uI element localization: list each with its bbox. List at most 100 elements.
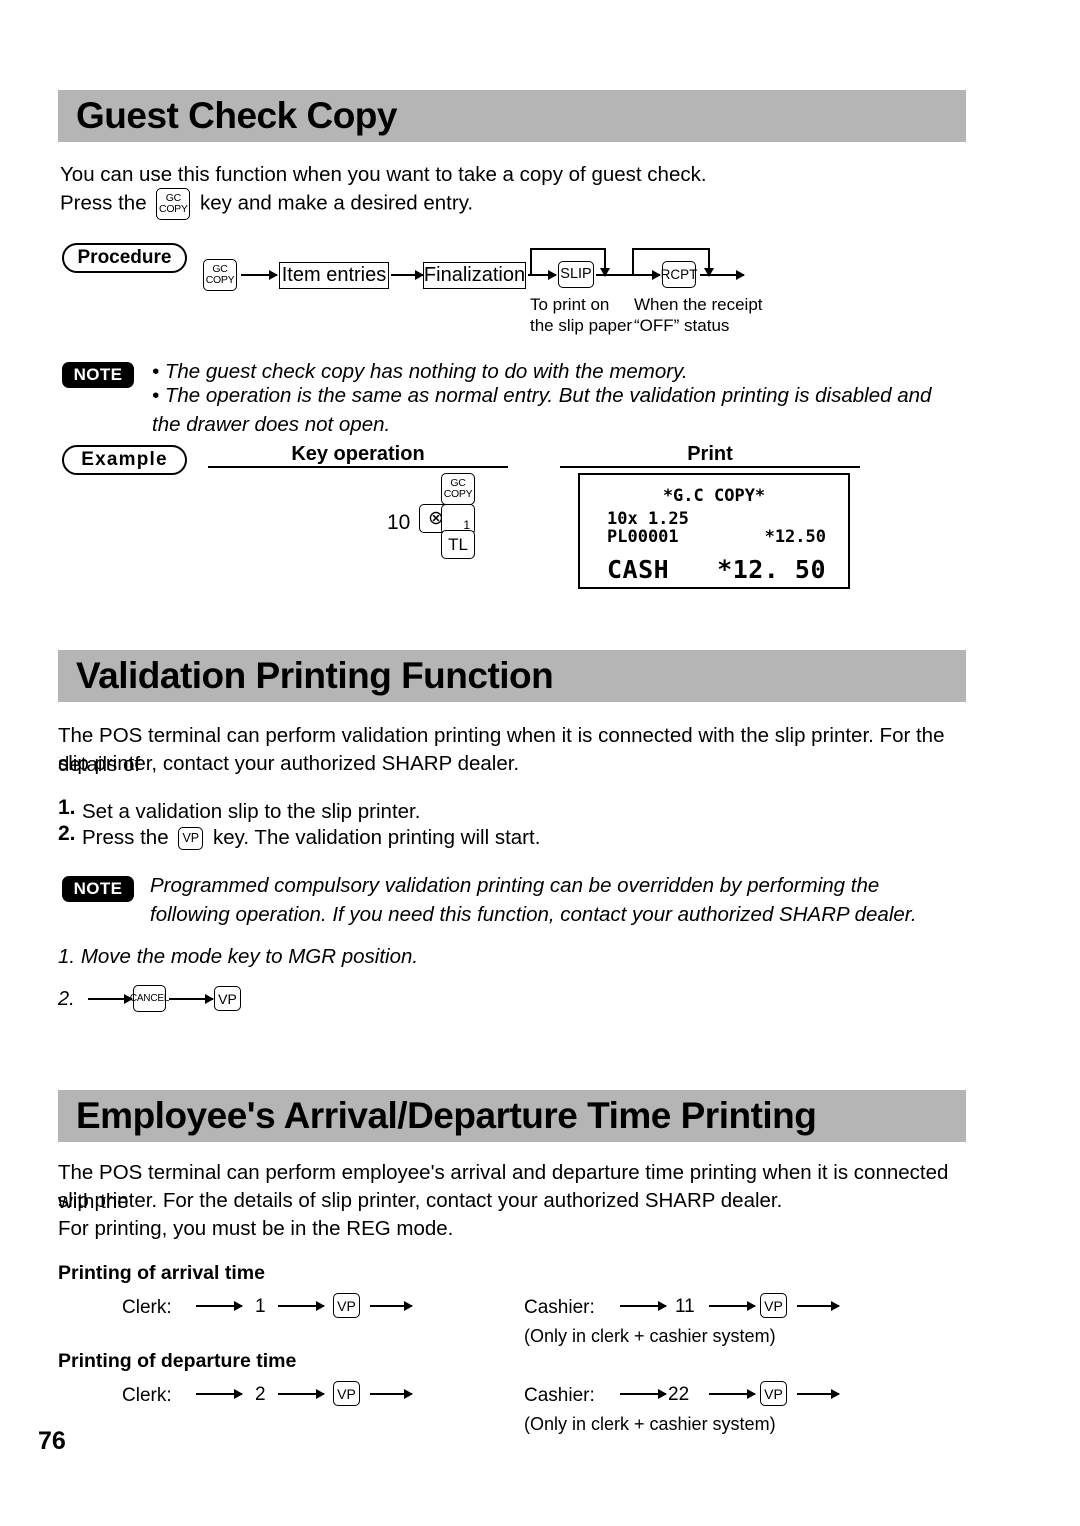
cancel-key-icon: CANCEL [129,985,170,1012]
slip-bypass-top [530,248,606,250]
departure-cashier-arrow-1 [620,1389,667,1399]
validation-step-2-number: 2. [58,822,76,845]
departure-clerk-code: 2 [255,1384,266,1405]
override-step-2-number: 2. [58,988,75,1010]
note-badge-1-label: NOTE [73,365,123,384]
section-title-2: Validation Printing Function [76,655,554,696]
section-title: Guest Check Copy [76,95,397,136]
override-step-1-number: 1. [58,945,76,968]
receipt-total-amount: *12. 50 [717,555,826,584]
arrival-heading: Printing of arrival time [58,1262,265,1284]
intro-line-1: You can use this function when you want … [60,163,707,186]
note-1-bullet-1-marker: • [152,360,165,383]
gc-copy-key-icon: GC COPY [156,188,191,220]
departure-clerk-arrow-3 [370,1389,413,1399]
override-arrow-1 [88,994,133,1004]
rcpt-bypass-top [632,248,710,250]
employee-paragraph-3: For printing, you must be in the REG mod… [58,1217,454,1240]
slip-key-label: SLIP [560,266,592,283]
departure-cashier-vp-key-label: VP [764,1385,783,1402]
manual-page: Guest Check Copy You can use this functi… [0,0,1080,1526]
procedure-box-finalization-label: Finalization [423,264,526,286]
cancel-key-label: CANCEL [129,992,170,1004]
vp-key-override-label: VP [218,990,237,1007]
departure-cashier-arrow-3 [797,1389,840,1399]
validation-paragraph-2: slip printer, contact your authorized SH… [58,752,520,775]
vp-key-icon-inline: VP [178,827,204,851]
arrival-clerk-vp-key-icon: VP [333,1293,360,1318]
slip-key-icon: SLIP [558,261,594,288]
procedure-arrow-3 [530,270,557,280]
note-1-bullet-2-text: The operation is the same as normal entr… [152,384,932,436]
procedure-gc-copy-key-bottom-label: COPY [205,274,235,286]
override-step-1: 1. Move the mode key to MGR position. [58,942,418,971]
rcpt-caption: When the receipt “OFF” status [634,295,763,335]
receipt-line-plu: PL00001 [607,527,679,547]
departure-clerk-label: Clerk: [122,1385,172,1406]
rcpt-key-label: RCPT [660,266,698,282]
procedure-gc-copy-key-icon: GC COPY [203,259,237,291]
departure-clerk-arrow-1 [196,1389,243,1399]
employee-paragraph-2: slip printer. For the details of slip pr… [58,1189,783,1212]
column-rule-print [560,466,860,468]
receipt-print-sample: *G.C COPY* 10x 1.25 PL00001 *12.50 CASH … [578,473,850,589]
arrival-cashier-code: 11 [675,1296,695,1317]
column-header-key-operation: Key operation [291,443,425,465]
procedure-arrow-2 [391,270,424,280]
receipt-line-quantity: 10x 1.25 [607,509,689,529]
intro-line-2: Press the GC COPY key and make a desired… [60,188,473,220]
arrival-clerk-vp-key-label: VP [337,1297,356,1314]
arrival-cashier-arrow-1 [620,1301,667,1311]
example-gc-copy-key-icon: GC COPY [441,473,475,505]
departure-cashier-vp-key-icon: VP [760,1381,787,1406]
slip-bypass-left-riser [530,248,532,276]
receipt-line-plu-amount: *12.50 [764,527,826,547]
validation-step-1-text: Set a validation slip to the slip printe… [82,800,421,823]
arrival-clerk-arrow-2 [278,1301,325,1311]
arrival-clerk-code: 1 [255,1296,266,1317]
receipt-title: *G.C COPY* [662,486,766,506]
departure-heading: Printing of departure time [58,1350,297,1372]
example-quantity-label: 10 [387,511,411,534]
arrival-clerk-arrow-1 [196,1301,243,1311]
procedure-arrow-6 [700,270,745,280]
arrival-cashier-vp-key-label: VP [764,1297,783,1314]
validation-step-1-number: 1. [58,796,76,819]
validation-step-2-text-after: key. The validation printing will start. [213,826,541,849]
departure-clerk-vp-key-label: VP [337,1385,356,1402]
procedure-arrow-1 [241,270,278,280]
example-badge: Example [62,445,187,475]
override-step-1-text: Move the mode key to MGR position. [80,945,419,968]
slip-caption: To print on the slip paper [530,295,633,335]
arrival-clerk-arrow-3 [370,1301,413,1311]
example-badge-label: Example [81,449,168,470]
rcpt-key-icon: RCPT [660,261,698,288]
override-arrow-2 [169,994,214,1004]
procedure-box-finalization: Finalization [423,262,526,289]
gc-copy-key-bottom-label: COPY [159,203,188,215]
validation-step-2-text: Press the VP key. The validation printin… [82,823,540,852]
procedure-arrow-5 [632,270,661,280]
departure-clerk-vp-key-icon: VP [333,1381,360,1406]
rcpt-bypass-down-arrow [704,248,714,277]
intro-line-2-text-after: key and make a desired entry. [200,191,474,215]
note-1-bullet-2: • The operation is the same as normal en… [152,381,942,439]
section-heading-validation-printing: Validation Printing Function [58,650,966,702]
intro-line-2-text-before: Press the [60,191,147,215]
rcpt-bypass-left-riser [632,248,634,276]
note-1-bullet-1-text: The guest check copy has nothing to do w… [164,360,688,383]
arrival-cashier-arrow-2 [709,1301,756,1311]
departure-cashier-arrow-2 [709,1389,756,1399]
note-1-bullet-2-marker: • [152,384,165,407]
procedure-arrow-4 [596,274,632,276]
vp-key-inline-label: VP [182,831,200,846]
note-badge-1: NOTE [62,362,134,388]
column-header-print: Print [687,443,733,465]
departure-clerk-arrow-2 [278,1389,325,1399]
procedure-badge-label: Procedure [77,247,172,268]
section-title-3: Employee's Arrival/Departure Time Printi… [76,1095,817,1136]
arrival-cashier-label: Cashier: [524,1297,595,1318]
departure-cashier-code: 22 [668,1384,690,1405]
section-heading-employee-time-printing: Employee's Arrival/Departure Time Printi… [58,1090,966,1142]
example-gc-copy-key-bottom-label: COPY [443,488,473,500]
